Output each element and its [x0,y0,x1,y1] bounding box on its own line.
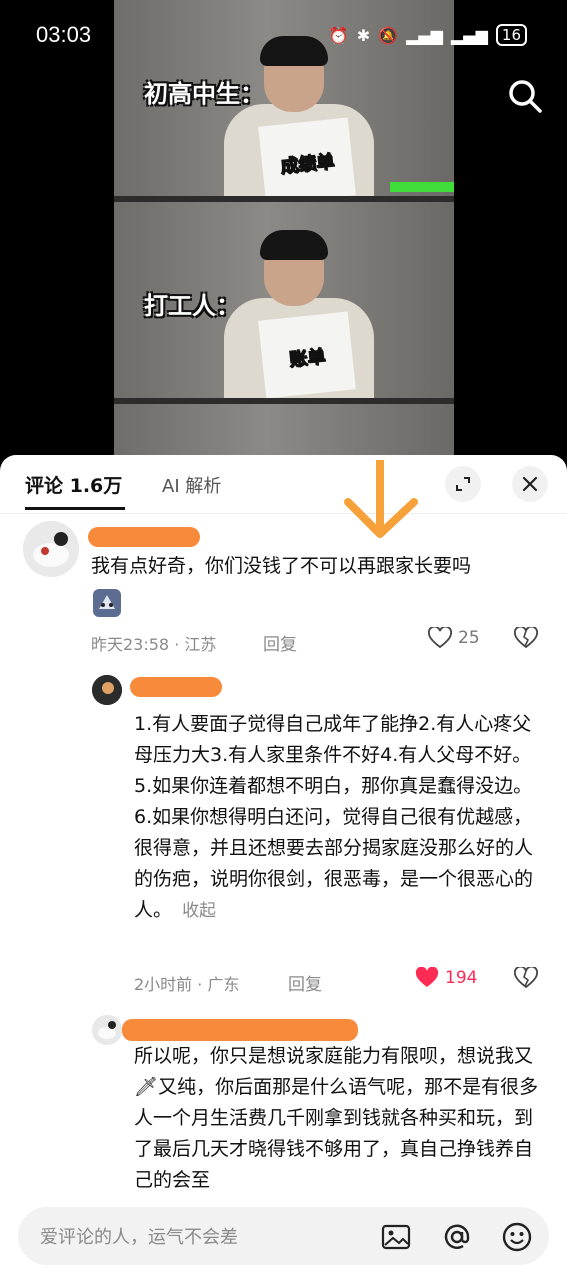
avatar[interactable] [23,521,79,577]
close-icon [522,476,538,492]
video-panel-2: 账单 打工人： [114,202,454,398]
comment-item: 我有点好奇，你们没钱了不可以再跟家长要吗 昨天23:58 · 江苏 回复 25 [0,519,567,669]
like-button[interactable]: 25 [428,627,480,649]
status-bar: 03:03 ⏰ ✱ 🔕 ▂▄▆ ▂▄▆ 16 [0,0,567,70]
status-time: 03:03 [36,22,92,47]
avatar[interactable] [92,675,122,705]
person-figure: 账单 [224,230,374,398]
reply-body: 1.有人要面子觉得自己成年了能挣2.有人心疼父母压力大3.有人家里条件不好4.有… [134,713,534,921]
tab-comments[interactable]: 评论 1.6万 [25,471,122,498]
close-button[interactable] [512,466,548,502]
emoji-icon[interactable] [501,1221,533,1253]
status-icons: ⏰ ✱ 🔕 ▂▄▆ ▂▄▆ 16 [329,24,527,46]
comment-sheet: 评论 1.6万 AI 解析 我有点好奇，你们没钱了不可以再跟家长要吗 昨天23:… [0,455,567,1280]
avatar[interactable] [92,1015,122,1045]
signal2-icon: ▂▄▆ [450,25,488,45]
paper-label: 账单 [288,346,327,372]
redacted-username [130,677,222,697]
dislike-button[interactable] [514,625,538,653]
annotation-arrow [344,460,418,538]
dislike-button[interactable] [514,965,538,993]
panel-caption: 打工人： [144,292,240,320]
video-panel-3 [114,404,454,455]
comment-input[interactable] [38,1207,362,1267]
alarm-icon: ⏰ [328,25,349,45]
mute-icon: 🔕 [378,25,399,45]
comment-text: 我有点好奇，你们没钱了不可以再跟家长要吗 [91,555,472,577]
redacted-username [122,1019,358,1041]
reply-meta: 2小时前 · 广东 [134,975,240,994]
reply-item: 所以呢，你只是想说家庭能力有限呗，想说我又🗡又纯，你后面那是什么语气呢，那不是有… [0,1011,567,1201]
mention-icon[interactable] [441,1221,473,1253]
avatar-image [23,521,79,577]
bluetooth-icon: ✱ [356,25,371,45]
search-button[interactable] [505,76,545,116]
tab-ai-analysis[interactable]: AI 解析 [162,472,221,498]
reply-button[interactable]: 回复 [288,970,322,995]
signal-icon: ▂▄▆ [406,25,443,45]
dislike-heart-icon [514,965,538,989]
search-icon [509,80,542,113]
comment-input-bar [0,1195,567,1280]
comment-input-box[interactable] [18,1207,549,1267]
like-count: 25 [458,628,480,648]
avatar-image [92,675,122,705]
reply-button[interactable]: 回复 [263,630,297,655]
heart-filled-icon [415,967,439,987]
reply-item: 1.有人要面子觉得自己成年了能挣2.有人心疼父母压力大3.有人家里条件不好4.有… [0,671,567,1001]
like-button[interactable]: 194 [415,967,477,989]
collapse-link[interactable]: 收起 [182,901,216,921]
expand-button[interactable] [445,466,481,502]
like-count: 194 [445,968,478,988]
comment-meta: 昨天23:58 · 江苏 [91,635,217,654]
paper-label: 成绩单 [279,151,336,179]
image-icon[interactable] [380,1221,412,1253]
expand-icon [456,477,470,491]
avatar-image [92,1015,122,1045]
redacted-username [88,527,200,547]
dislike-heart-icon [514,625,538,649]
sticker-emoji [91,587,123,619]
reply-text: 1.有人要面子觉得自己成年了能挣2.有人心疼父母压力大3.有人家里条件不好4.有… [134,709,542,927]
battery-icon: 16 [495,24,527,46]
heart-icon [428,627,452,649]
tab-underline [25,507,125,510]
panel-caption: 初高中生： [144,80,264,108]
comment-tabs: 评论 1.6万 AI 解析 [0,455,567,514]
reply-text: 所以呢，你只是想说家庭能力有限呗，想说我又🗡又纯，你后面那是什么语气呢，那不是有… [134,1045,539,1191]
